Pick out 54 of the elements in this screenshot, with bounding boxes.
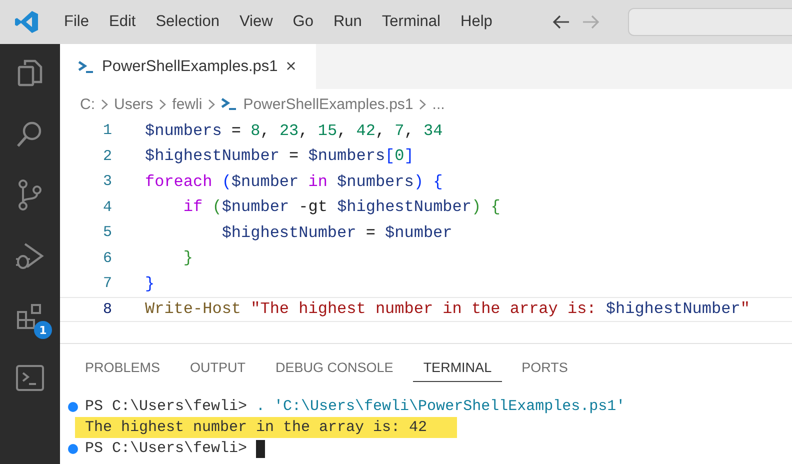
line-number: 5	[102, 224, 113, 242]
chevron-right-icon	[101, 98, 108, 110]
back-arrow-icon[interactable]	[552, 15, 570, 29]
terminal-output: The highest number in the array is: 42	[75, 417, 458, 438]
line-number: 7	[102, 275, 113, 292]
panel-tab[interactable]: OUTPUT	[180, 354, 256, 382]
code-line: $numbers = 8, 23, 15, 42, 7, 34	[145, 122, 443, 140]
line-number: 1	[102, 122, 113, 140]
chevron-right-icon	[159, 98, 166, 110]
panel-tab[interactable]: TERMINAL	[413, 354, 502, 382]
line-number: 6	[102, 250, 113, 267]
panel-tab[interactable]: PROBLEMS	[75, 354, 170, 382]
notification-badge: 1	[34, 321, 52, 339]
source-control-icon[interactable]	[16, 179, 44, 211]
search-field[interactable]	[628, 8, 792, 36]
panel-tab[interactable]: PORTS	[512, 354, 578, 382]
code-line: }	[182, 249, 194, 268]
powershell-file-icon	[78, 60, 94, 74]
command-status-dot	[68, 402, 78, 412]
menu-item[interactable]: Selection	[146, 9, 230, 35]
chevron-right-icon	[419, 98, 426, 110]
menu-item[interactable]: File	[54, 9, 99, 35]
command-status-dot	[68, 444, 78, 454]
line-number: 8	[102, 300, 113, 318]
terminal-icon[interactable]	[15, 364, 45, 392]
powershell-file-icon	[221, 97, 238, 111]
run-debug-icon[interactable]	[15, 241, 45, 271]
menu-item[interactable]: Terminal	[372, 9, 450, 35]
breadcrumb-item[interactable]: Users	[114, 96, 154, 112]
menu-item[interactable]: Run	[323, 9, 372, 35]
app-logo-icon	[15, 10, 39, 34]
menu-item[interactable]: Edit	[98, 9, 146, 35]
breadcrumb-item[interactable]: fewli	[172, 96, 202, 112]
code-line: if ($number -gt $highestNumber) {	[182, 198, 500, 216]
panel-tab[interactable]: DEBUG CONSOLE	[266, 354, 404, 382]
menu-item[interactable]: Help	[450, 9, 502, 35]
menu-item[interactable]: View	[229, 9, 283, 35]
code-line: }	[145, 274, 155, 293]
chevron-right-icon	[208, 98, 216, 110]
code-line: $highestNumber = $number	[220, 224, 452, 242]
code-line: Write-Host "The highest number in the array is: $highestNumber"	[145, 300, 750, 318]
breadcrumb-item[interactable]: PowerShellExamples.ps1	[243, 96, 414, 112]
terminal-line: PS C:\Users\fewli>	[85, 440, 248, 457]
code-line: $highestNumber = $numbers[0]	[145, 147, 414, 166]
line-number: 3	[102, 173, 113, 190]
menu-item[interactable]: Go	[282, 9, 324, 35]
breadcrumb-item[interactable]: ...	[432, 96, 445, 112]
terminal-line: PS C:\Users\fewli> . 'C:\Users\fewli\PowerShellExamples.ps1'	[85, 398, 626, 415]
line-number: 4	[102, 198, 113, 216]
editor-tab[interactable]: PowerShellExamples.ps1 ×	[60, 44, 316, 89]
breadcrumb-item[interactable]: C:	[80, 96, 95, 112]
code-line: foreach ($number in $numbers) {	[145, 172, 443, 191]
line-number: 2	[102, 148, 113, 165]
files-icon[interactable]	[16, 58, 44, 88]
